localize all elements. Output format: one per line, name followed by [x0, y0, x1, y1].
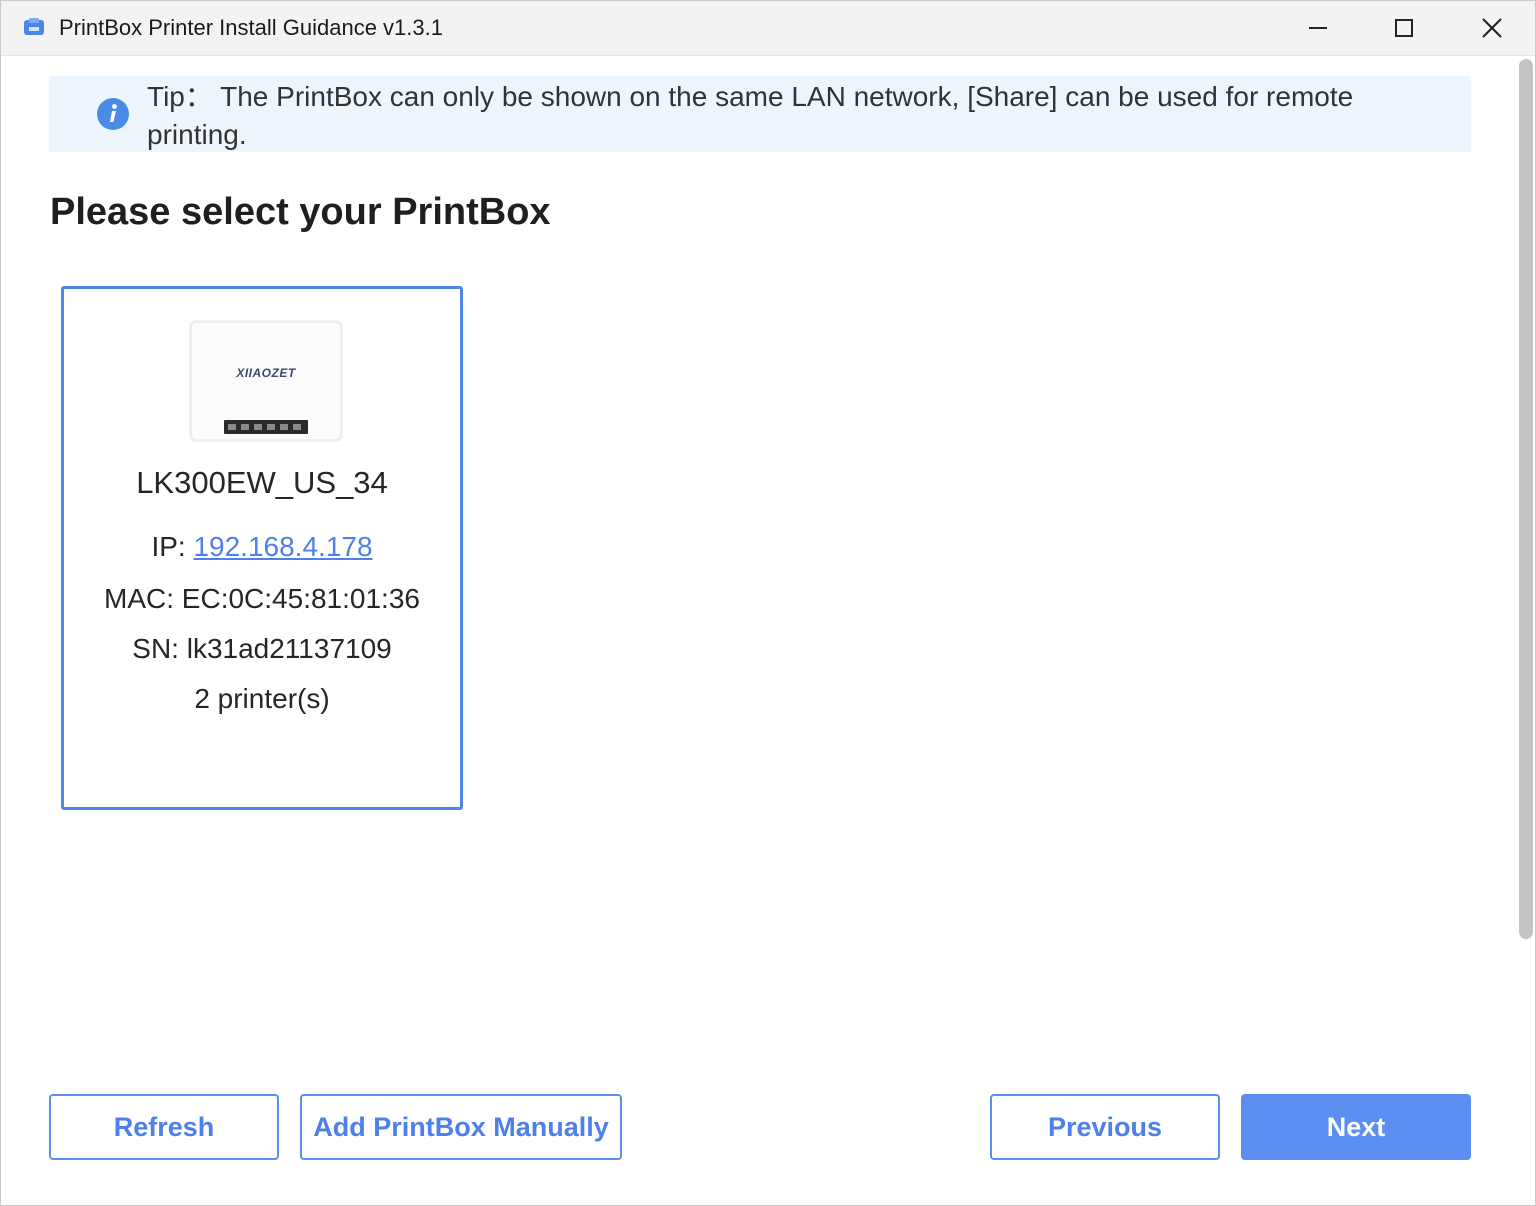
device-brand-logo: XIIAOZET [236, 366, 296, 380]
printbox-serial: SN: lk31ad21137109 [132, 633, 392, 664]
printbox-ip-row: IP: 192.168.4.178 [64, 531, 460, 563]
maximize-icon [1395, 19, 1413, 37]
previous-button[interactable]: Previous [990, 1094, 1220, 1160]
maximize-button[interactable] [1361, 1, 1447, 55]
ip-label: IP: [151, 531, 194, 562]
printbox-printer-count: 2 printer(s) [194, 683, 330, 714]
printbox-mac: MAC: EC:0C:45:81:01:36 [104, 583, 420, 614]
window-title: PrintBox Printer Install Guidance v1.3.1 [59, 15, 443, 40]
vertical-scrollbar[interactable] [1517, 57, 1535, 1203]
close-icon [1482, 18, 1502, 38]
printbox-card[interactable]: XIIAOZET LK300EW_US_34 IP: 192.168.4.178… [61, 286, 463, 810]
next-button[interactable]: Next [1241, 1094, 1471, 1160]
minimize-icon [1309, 27, 1327, 29]
info-icon [97, 98, 129, 130]
tip-text: Tip： The PrintBox can only be shown on t… [147, 81, 1354, 150]
refresh-button[interactable]: Refresh [49, 1094, 279, 1160]
page-title: Please select your PrintBox [50, 191, 551, 233]
ip-link[interactable]: 192.168.4.178 [193, 531, 372, 562]
tip-banner: Tip： The PrintBox can only be shown on t… [49, 76, 1471, 152]
printbox-device-image: XIIAOZET [189, 320, 343, 442]
minimize-button[interactable] [1275, 1, 1361, 55]
app-icon [23, 17, 45, 37]
add-printbox-manually-button[interactable]: Add PrintBox Manually [300, 1094, 622, 1160]
installer-window: PrintBox Printer Install Guidance v1.3.1 [0, 0, 1536, 1206]
close-button[interactable] [1449, 1, 1535, 55]
title-bar[interactable]: PrintBox Printer Install Guidance v1.3.1 [1, 1, 1535, 56]
printbox-name: LK300EW_US_34 [136, 465, 388, 500]
scrollbar-thumb[interactable] [1519, 59, 1533, 939]
